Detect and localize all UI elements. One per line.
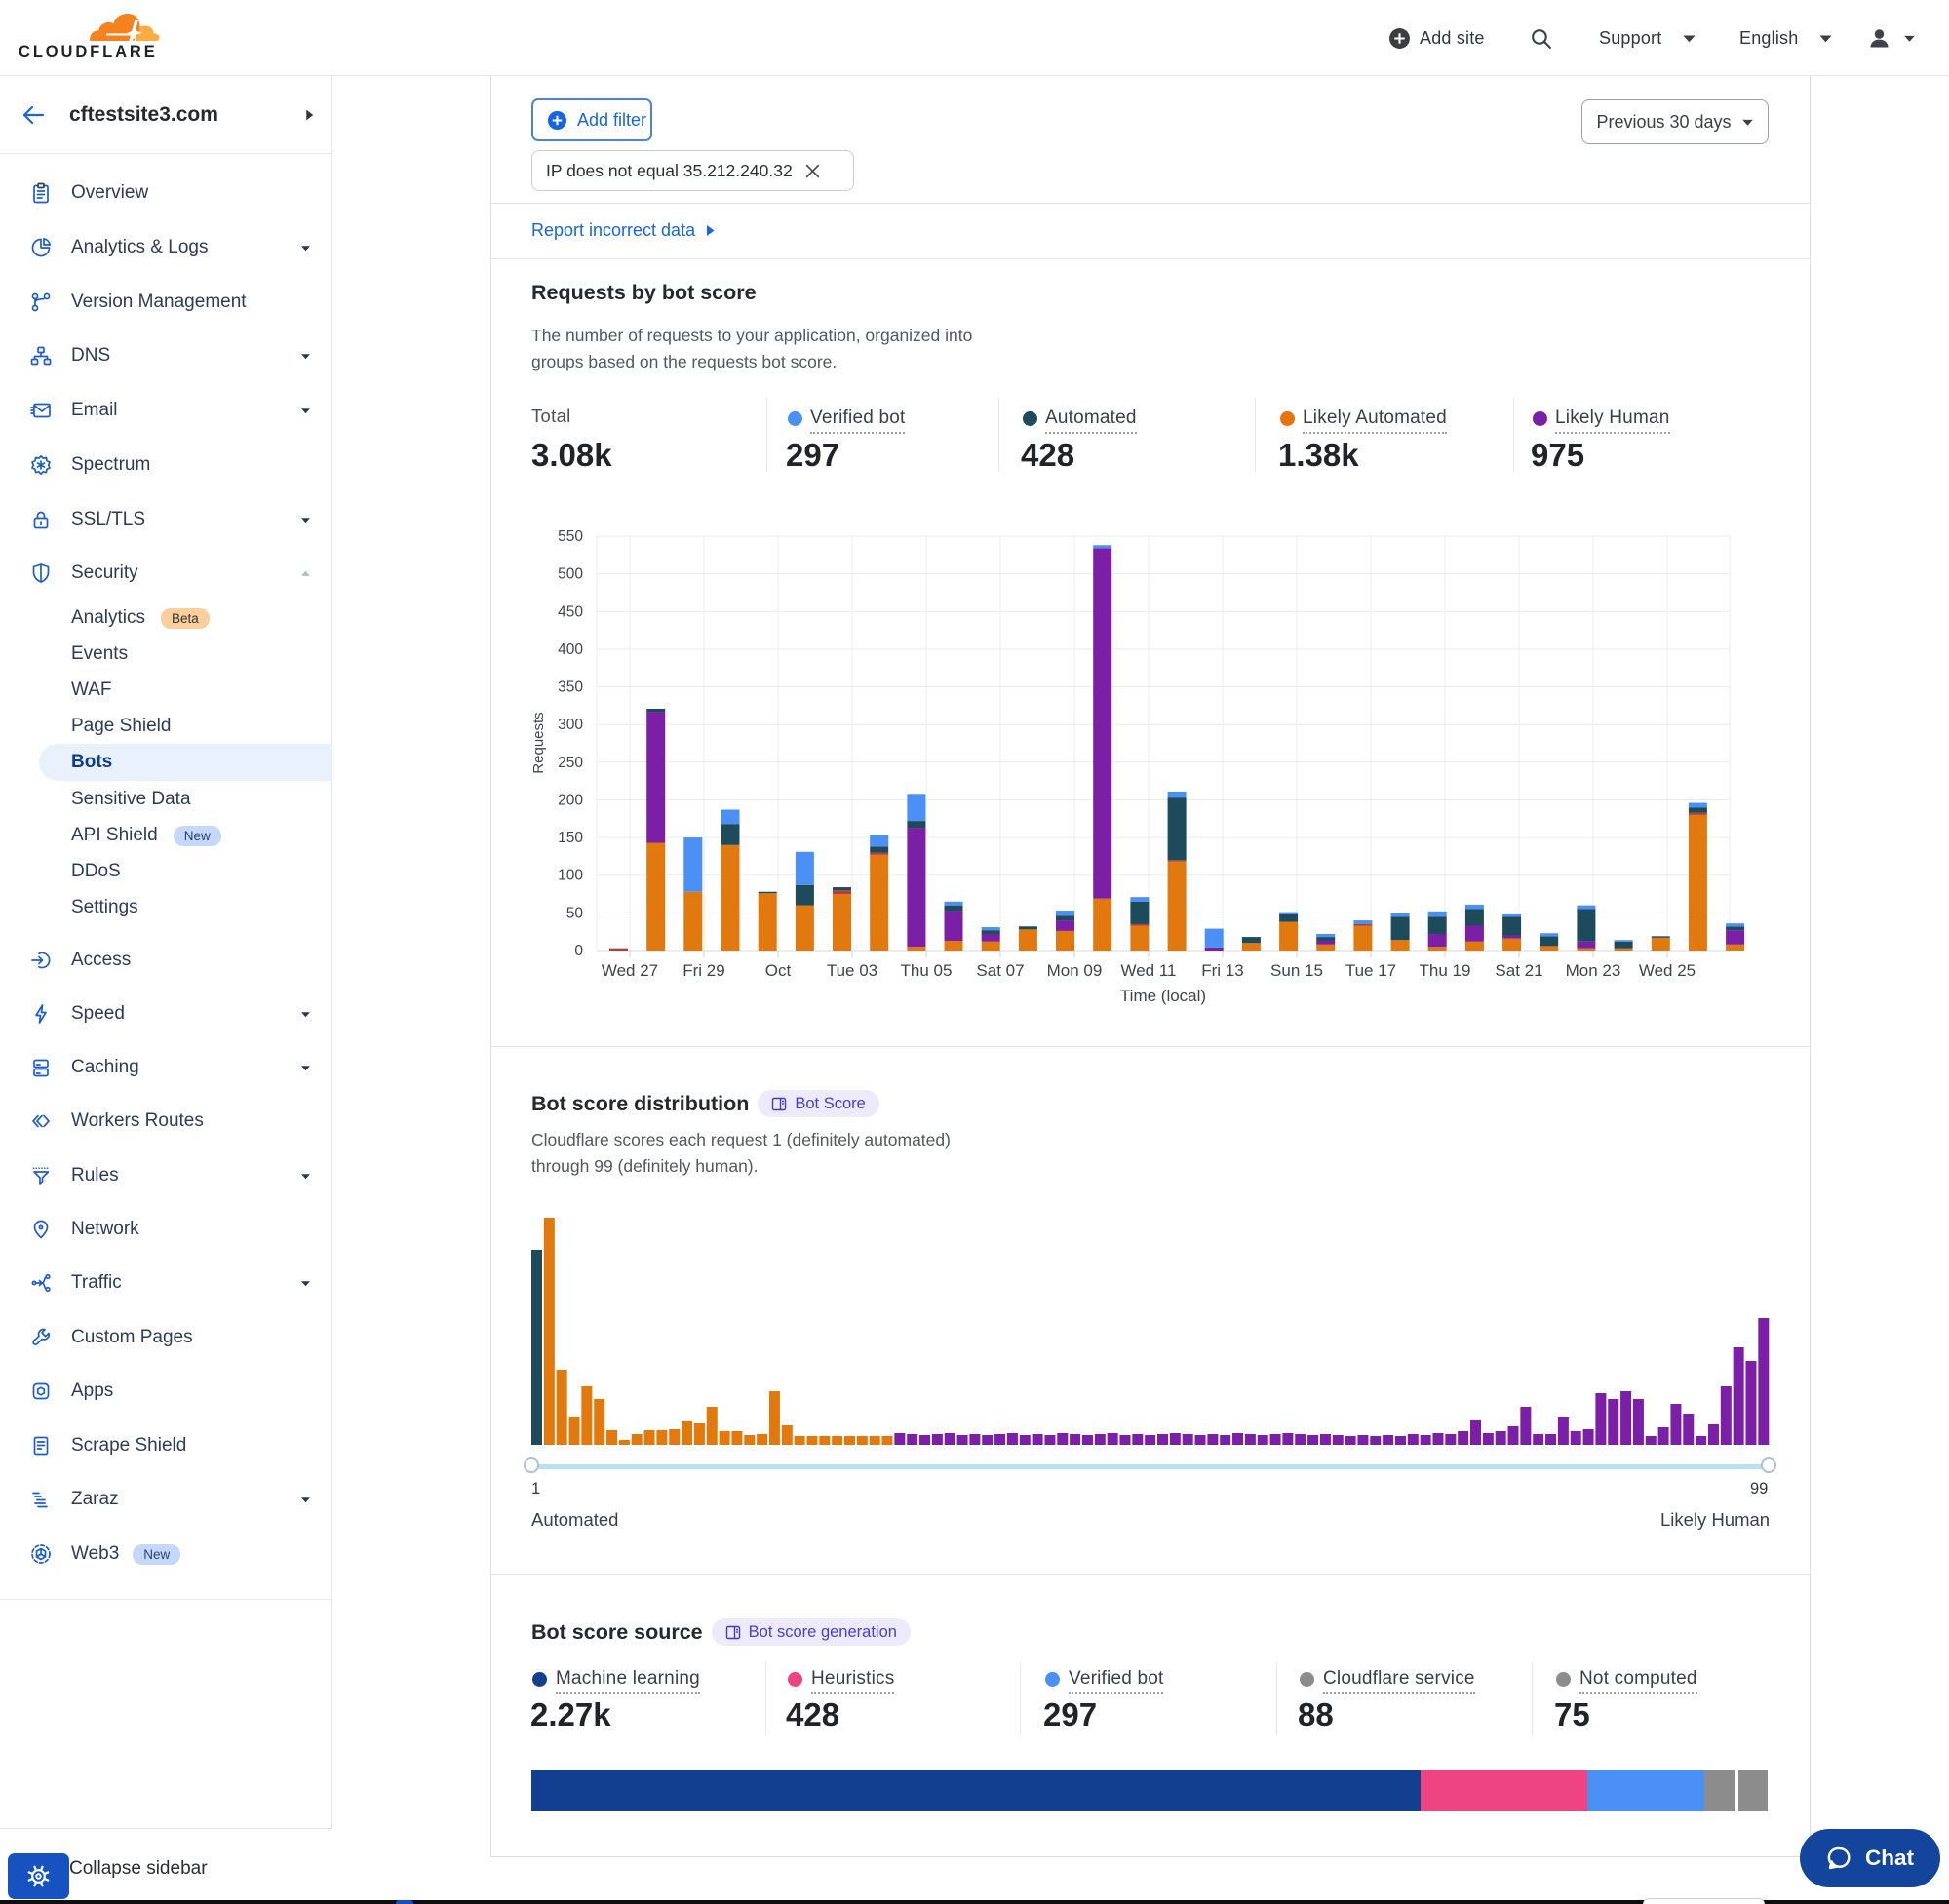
svg-text:400: 400 <box>558 641 583 658</box>
svg-text:Sat 07: Sat 07 <box>976 961 1024 980</box>
svg-text:500: 500 <box>558 566 583 583</box>
svg-text:250: 250 <box>558 755 583 771</box>
svg-text:100: 100 <box>558 868 583 884</box>
svg-text:Time (local): Time (local) <box>1120 987 1206 1005</box>
svg-text:150: 150 <box>558 830 583 846</box>
svg-text:Wed 27: Wed 27 <box>602 961 658 980</box>
svg-text:Tue 17: Tue 17 <box>1345 961 1396 980</box>
svg-text:300: 300 <box>558 717 583 733</box>
svg-text:450: 450 <box>558 603 583 620</box>
svg-text:Mon 23: Mon 23 <box>1566 961 1621 980</box>
svg-text:Tue 03: Tue 03 <box>827 961 877 980</box>
svg-text:Wed 25: Wed 25 <box>1639 961 1696 980</box>
svg-text:Fri 29: Fri 29 <box>682 961 724 980</box>
svg-text:350: 350 <box>558 680 583 696</box>
svg-text:Wed 11: Wed 11 <box>1120 961 1176 980</box>
svg-text:0: 0 <box>574 943 583 959</box>
svg-text:Mon 09: Mon 09 <box>1047 961 1103 980</box>
svg-text:Requests: Requests <box>530 712 547 773</box>
svg-text:Thu 19: Thu 19 <box>1420 961 1471 980</box>
svg-text:50: 50 <box>566 905 584 921</box>
svg-text:550: 550 <box>558 528 583 545</box>
svg-text:Thu 05: Thu 05 <box>901 961 953 980</box>
svg-text:200: 200 <box>558 793 583 809</box>
svg-text:Sun 15: Sun 15 <box>1270 961 1323 980</box>
svg-text:Oct: Oct <box>765 961 792 980</box>
svg-text:Sat 21: Sat 21 <box>1495 961 1542 980</box>
svg-text:Fri 13: Fri 13 <box>1201 961 1243 980</box>
